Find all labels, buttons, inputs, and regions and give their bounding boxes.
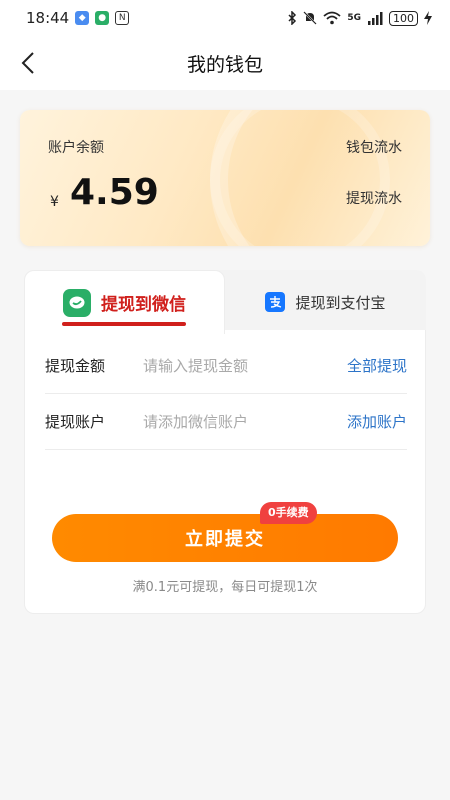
amount-label: 提现金额	[45, 357, 106, 375]
charging-icon	[424, 11, 432, 25]
account-row: 提现账户 添加账户	[45, 394, 407, 450]
withdraw-form: 提现金额 全部提现 提现账户 添加账户	[24, 330, 426, 614]
status-left: 18:44 ◆ ● N	[26, 9, 130, 27]
wechat-icon	[63, 288, 91, 317]
balance-label: 账户余额	[48, 140, 104, 156]
tab-alipay[interactable]: 提现到支付宝	[225, 270, 426, 334]
account-label: 提现账户	[45, 413, 106, 431]
balance-amount: 4.59	[70, 172, 159, 213]
balance-currency: ¥	[50, 194, 59, 210]
tab-alipay-label: 提现到支付宝	[295, 293, 386, 312]
withdraw-all-button[interactable]: 全部提现	[347, 355, 407, 376]
fee-badge: 0手续费	[260, 502, 317, 524]
tab-wechat-label: 提现到微信	[101, 295, 186, 315]
card-decoration-inner	[210, 110, 390, 246]
withdraw-rule-note: 满0.1元可提现，每日可提现1次	[132, 580, 318, 595]
active-tab-indicator	[62, 322, 186, 326]
account-input[interactable]	[143, 412, 347, 431]
wifi-icon	[323, 11, 341, 25]
app-notification-icon: ◆	[75, 11, 90, 25]
alipay-icon	[265, 292, 286, 312]
withdraw-flow-link[interactable]: 提现流水	[346, 188, 402, 208]
balance-card: 账户余额 ¥ 4.59 钱包流水 提现流水	[20, 110, 430, 246]
network-type: 5G	[347, 13, 361, 23]
amount-row: 提现金额 全部提现	[45, 338, 407, 394]
wallet-flow-link[interactable]: 钱包流水	[346, 137, 402, 157]
signal-icon	[368, 12, 383, 25]
bluetooth-icon	[288, 11, 297, 25]
nfc-icon: N	[115, 11, 130, 25]
wechat-notification-icon: ●	[95, 11, 110, 25]
submit-button[interactable]: 立即提交	[52, 514, 398, 562]
chevron-left-icon	[21, 52, 34, 74]
back-button[interactable]	[14, 49, 42, 77]
page-title: 我的钱包	[186, 53, 263, 76]
battery-level: 100	[389, 10, 418, 26]
withdraw-panel: 提现金额 全部提现 提现账户 添加账户 提现到微信 提现到支付宝 立即提交 0手…	[24, 270, 426, 614]
amount-input[interactable]	[143, 356, 347, 375]
header: 我的钱包	[0, 36, 450, 90]
mute-bell-icon	[303, 11, 318, 25]
status-right: 5G 100	[287, 10, 432, 26]
status-time: 18:44	[26, 9, 70, 27]
status-bar: 18:44 ◆ ● N 5G 100	[0, 0, 450, 36]
add-account-button[interactable]: 添加账户	[347, 411, 407, 432]
